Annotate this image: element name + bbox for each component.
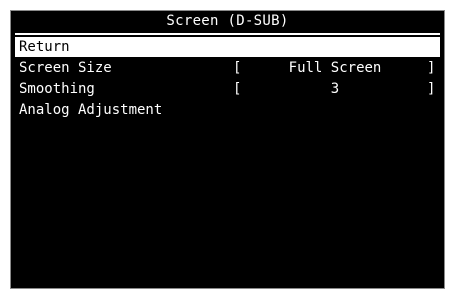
menu-item-screen-size[interactable]: Screen Size [ Full Screen ] bbox=[15, 58, 440, 78]
menu-item-analog-adjustment[interactable]: Analog Adjustment bbox=[15, 100, 440, 120]
value-bracket-close: ] bbox=[427, 60, 436, 76]
smoothing-value: 3 bbox=[330, 81, 340, 97]
screen-size-value: Full Screen bbox=[288, 60, 382, 76]
menu-item-label: Smoothing bbox=[19, 81, 95, 97]
menu-item-label: Analog Adjustment bbox=[19, 102, 163, 118]
osd-menu-window: Screen (D-SUB) Return Screen Size [ Full… bbox=[10, 10, 445, 289]
menu-item-return[interactable]: Return bbox=[15, 37, 440, 57]
value-bracket-open: [ bbox=[233, 60, 242, 76]
menu-item-smoothing[interactable]: Smoothing [ 3 ] bbox=[15, 79, 440, 99]
menu-item-label: Screen Size bbox=[19, 60, 112, 76]
menu-title: Screen (D-SUB) bbox=[166, 13, 289, 29]
menu-item-label: Return bbox=[19, 39, 70, 55]
value-bracket-close: ] bbox=[427, 81, 436, 97]
title-divider bbox=[15, 33, 440, 35]
value-bracket-open: [ bbox=[233, 81, 242, 97]
